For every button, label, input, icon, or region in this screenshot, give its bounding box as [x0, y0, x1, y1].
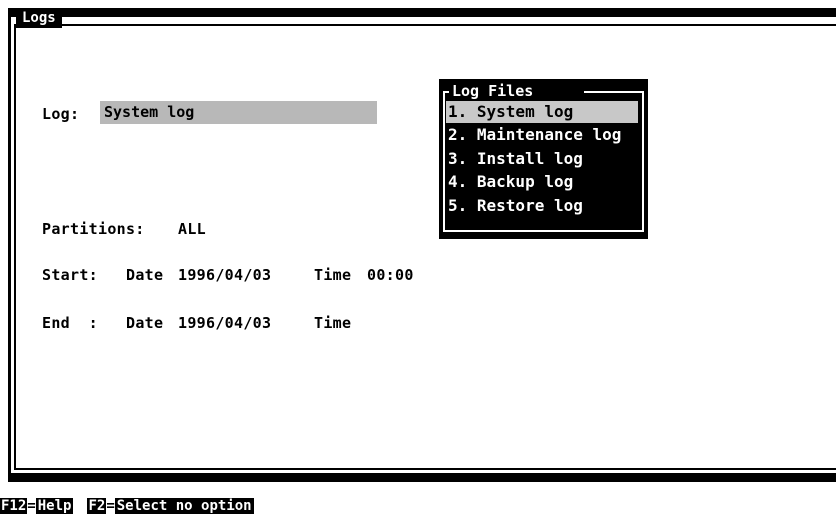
popup-item-system-log[interactable]: 1. System log: [446, 101, 638, 123]
start-date-label: Date: [126, 266, 164, 284]
f2-description: Select no option: [114, 498, 254, 514]
end-date-value[interactable]: 1996/04/03: [178, 314, 271, 332]
start-time-value[interactable]: 00:00: [367, 266, 414, 284]
partitions-value[interactable]: ALL: [178, 220, 206, 238]
partitions-label: Partitions:: [42, 220, 145, 238]
start-time-label: Time: [314, 266, 352, 284]
help-key-hint[interactable]: F12= Help: [0, 498, 74, 514]
popup-item-maintenance-log[interactable]: 2. Maintenance log: [448, 124, 621, 146]
f2-separator: =: [106, 498, 115, 514]
f12-description: Help: [35, 498, 74, 514]
popup-item-restore-log[interactable]: 5. Restore log: [448, 195, 583, 217]
end-time-label: Time: [314, 314, 352, 332]
window-frame-inner: [14, 24, 836, 470]
start-label: Start:: [42, 266, 98, 284]
log-label: Log:: [42, 105, 80, 123]
log-field[interactable]: System log: [100, 101, 377, 124]
popup-title: Log Files: [452, 82, 534, 100]
end-date-label: Date: [126, 314, 164, 332]
f2-key: F2: [87, 498, 107, 514]
start-date-value[interactable]: 1996/04/03: [178, 266, 271, 284]
popup-border-top-left: [443, 91, 449, 93]
f12-separator: =: [27, 498, 36, 514]
popup-border-top-right: [584, 91, 644, 93]
end-label: End :: [42, 314, 98, 332]
f12-key: F12: [0, 498, 28, 514]
status-bar: F12= Help F2= Select no option: [0, 496, 254, 516]
popup-item-install-log[interactable]: 3. Install log: [448, 148, 583, 170]
window-title: Logs: [16, 8, 62, 28]
select-no-option-key-hint[interactable]: F2= Select no option: [87, 498, 254, 514]
popup-item-backup-log[interactable]: 4. Backup log: [448, 171, 573, 193]
